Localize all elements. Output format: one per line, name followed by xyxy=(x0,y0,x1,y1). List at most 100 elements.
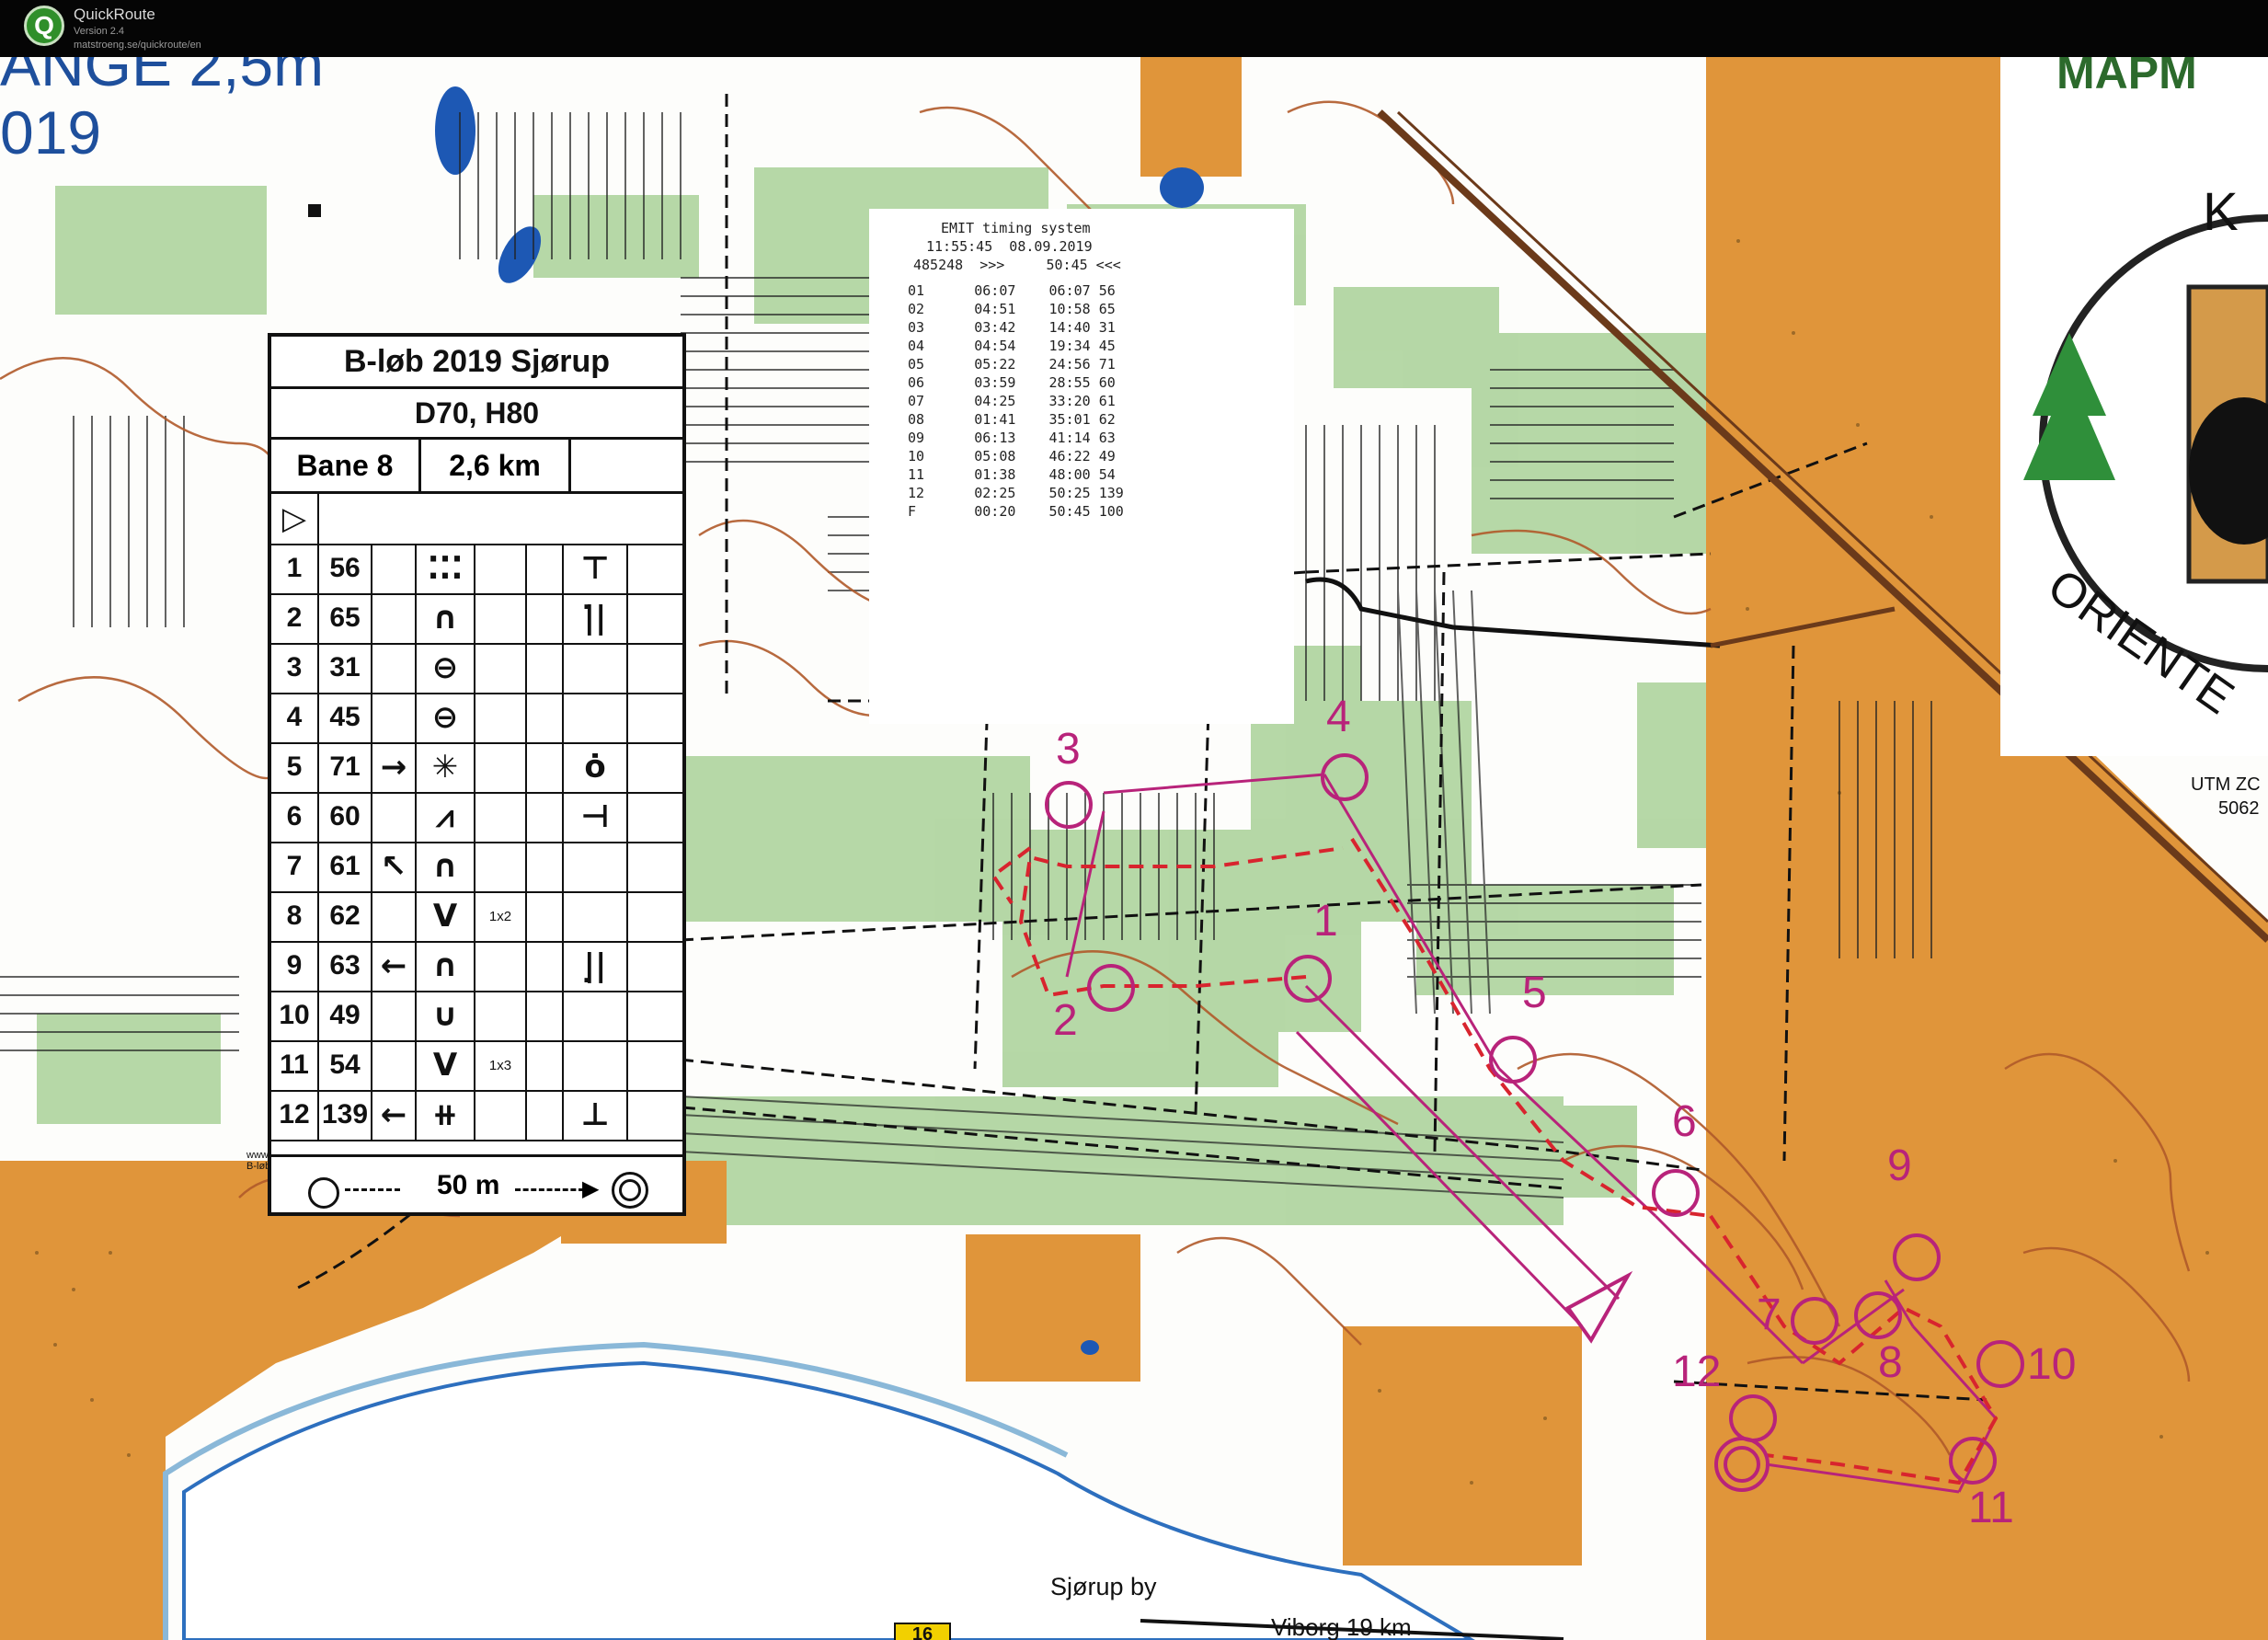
control-extra-cell: 1x2 xyxy=(475,891,527,941)
control-code-cell: 56 xyxy=(319,544,372,593)
emit-split-line: 05 05:22 24:56 71 xyxy=(908,356,1116,373)
control-code-cell: 49 xyxy=(319,991,372,1040)
control-extra-cell xyxy=(475,643,527,693)
control-extra-cell xyxy=(475,842,527,891)
map-corner-text: MAPM xyxy=(2056,57,2197,98)
control-row: 10 49 ∪ xyxy=(271,991,682,1042)
control-dir-cell xyxy=(372,991,417,1040)
control-n-cell: 6 xyxy=(271,792,319,842)
control-number-1: 1 xyxy=(1313,897,1338,946)
app-url: matstroeng.se/quickroute/en xyxy=(74,40,201,51)
control-code-cell: 62 xyxy=(319,891,372,941)
control-n-cell: 10 xyxy=(271,991,319,1040)
control-dir-cell xyxy=(372,1040,417,1090)
control-row: 8 62 V 1x2 xyxy=(271,891,682,943)
course-length: 2,6 km xyxy=(421,440,571,491)
control-extra-cell xyxy=(475,792,527,842)
control-number-3: 3 xyxy=(1056,725,1081,774)
finish-circle-icon xyxy=(612,1172,648,1209)
map-title-fragment-top: ANGE 2,5m xyxy=(0,57,325,98)
control-n-cell: 12 xyxy=(271,1090,319,1140)
event-name: B-løb 2019 Sjørup xyxy=(271,337,682,389)
control-number-9: 9 xyxy=(1887,1141,1912,1190)
control-code-cell: 31 xyxy=(319,643,372,693)
orienteering-map[interactable]: ANGE 2,5m 019 MAPM K ORIENTE UTM ZC 5062… xyxy=(0,57,2268,1640)
control-row: 4 45 ⊖ xyxy=(271,693,682,744)
course-info-row: Bane 8 2,6 km xyxy=(271,440,682,494)
control-feature-cell: V xyxy=(417,891,475,941)
emit-split-line: 09 06:13 41:14 63 xyxy=(908,430,1116,446)
emit-header: EMIT timing system xyxy=(941,220,1091,236)
app-title: QuickRoute xyxy=(74,6,155,23)
control-dir-cell xyxy=(372,792,417,842)
control-where-cell: ⊥ xyxy=(564,1090,628,1140)
control-code-cell: 139 xyxy=(319,1090,372,1140)
control-description-sheet: B-løb 2019 Sjørup D70, H80 Bane 8 2,6 km… xyxy=(268,333,686,1216)
lake-shore xyxy=(182,1360,1475,1640)
control-feature-cell: ⧺ xyxy=(417,1090,475,1140)
control-where-cell xyxy=(564,991,628,1040)
control-extra-cell xyxy=(475,1090,527,1140)
place-name: Sjørup by xyxy=(1050,1573,1157,1600)
emit-timing-slip: EMIT timing system 11:55:45 08.09.2019 4… xyxy=(869,209,1294,724)
emit-split-line: F 00:20 50:45 100 xyxy=(908,503,1124,520)
emit-split-line: 03 03:42 14:40 31 xyxy=(908,319,1116,336)
control-code-cell: 65 xyxy=(319,593,372,643)
control-blank-cell xyxy=(527,544,564,593)
control-row: 11 54 V 1x3 xyxy=(271,1040,682,1092)
control-number-4: 4 xyxy=(1326,693,1351,741)
control-dir-cell: ↖ xyxy=(372,842,417,891)
emit-split-line: 10 05:08 46:22 49 xyxy=(908,448,1116,464)
control-feature-cell: ⁚⁚⁚ xyxy=(417,544,475,593)
control-extra-cell xyxy=(475,544,527,593)
control-dir-cell xyxy=(372,643,417,693)
control-extra-cell xyxy=(475,693,527,742)
control-number-2: 2 xyxy=(1053,996,1078,1045)
start-row: ▷ xyxy=(271,494,682,545)
control-extra-cell: 1x3 xyxy=(475,1040,527,1090)
control-where-cell: |̇| xyxy=(564,593,628,643)
control-n-cell: 2 xyxy=(271,593,319,643)
control-where-cell xyxy=(564,891,628,941)
control-number-8: 8 xyxy=(1878,1338,1903,1387)
control-feature-cell: ∩ xyxy=(417,842,475,891)
emit-split-line: 12 02:25 50:25 139 xyxy=(908,485,1124,501)
emit-split-line: 07 04:25 33:20 61 xyxy=(908,393,1116,409)
finish-arrow-icon: ▶ xyxy=(582,1176,600,1201)
control-extra-cell xyxy=(475,941,527,991)
emit-time-date: 11:55:45 08.09.2019 xyxy=(926,238,1093,255)
control-feature-cell: ∩ xyxy=(417,941,475,991)
control-n-cell: 8 xyxy=(271,891,319,941)
app-title-bar: Q QuickRoute Version 2.4 matstroeng.se/q… xyxy=(0,0,2268,57)
emit-split-line: 02 04:51 10:58 65 xyxy=(908,301,1116,317)
control-where-cell: ⊣ xyxy=(564,792,628,842)
control-code-cell: 61 xyxy=(319,842,372,891)
club-logo-text-top: K xyxy=(2203,182,2239,242)
control-row: 9 63 ← ∩ |̣| xyxy=(271,941,682,992)
control-number-10: 10 xyxy=(2027,1340,2077,1389)
emit-split-line: 01 06:07 06:07 56 xyxy=(908,282,1116,299)
map-title-fragment: 019 xyxy=(0,98,102,166)
control-dir-cell xyxy=(372,891,417,941)
control-feature-cell: ∩ xyxy=(417,593,475,643)
control-blank-cell xyxy=(527,842,564,891)
control-number-12: 12 xyxy=(1672,1348,1722,1396)
control-dir-cell xyxy=(372,593,417,643)
control-row: 12 139 ← ⧺ ⊥ xyxy=(271,1090,682,1141)
utm-label: UTM ZC xyxy=(2191,774,2261,795)
control-dir-cell: ← xyxy=(372,1090,417,1140)
control-extra-cell xyxy=(475,742,527,792)
control-number-7: 7 xyxy=(1757,1290,1781,1339)
start-triangle-icon: ▷ xyxy=(271,494,319,544)
control-feature-cell: ⊖ xyxy=(417,693,475,742)
control-code-cell: 63 xyxy=(319,941,372,991)
control-blank-cell xyxy=(527,792,564,842)
emit-split-line: 04 04:54 19:34 45 xyxy=(908,338,1116,354)
control-number-11: 11 xyxy=(1968,1484,2014,1532)
control-blank-cell xyxy=(527,1040,564,1090)
course-name: Bane 8 xyxy=(271,440,421,491)
control-number-6: 6 xyxy=(1672,1097,1697,1146)
emit-split-line: 11 01:38 48:00 54 xyxy=(908,466,1116,483)
control-feature-cell: V xyxy=(417,1040,475,1090)
control-dir-cell xyxy=(372,544,417,593)
